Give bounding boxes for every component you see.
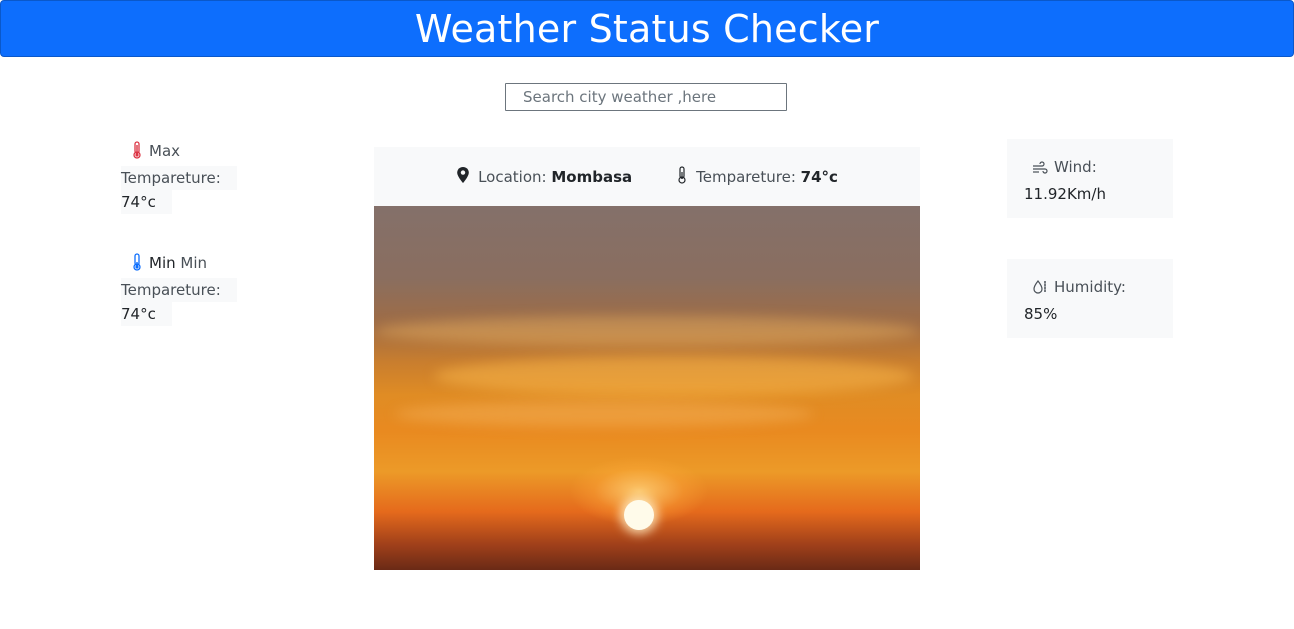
- droplet-icon: [1032, 278, 1048, 302]
- geo-pin-icon: [456, 166, 470, 188]
- weather-summary-card: Location: Mombasa Tempareture: 74°c: [374, 147, 920, 570]
- max-temp-panel: Max Tempareture: 74°c: [121, 139, 241, 214]
- wind-label: Wind:: [1054, 158, 1097, 176]
- wind-value: 11.92Km/h: [1024, 185, 1106, 203]
- temperature-value: 74°c: [800, 167, 838, 186]
- min-temp-label-bold: Min: [149, 254, 176, 272]
- temperature-group: Tempareture: 74°c: [676, 165, 838, 188]
- thermometer-icon: [676, 165, 688, 188]
- search-input[interactable]: [505, 83, 787, 111]
- cloud-band: [374, 316, 920, 346]
- thermometer-high-icon: [131, 141, 143, 166]
- cloud-band: [434, 356, 914, 396]
- max-temp-value: 74°c: [121, 190, 172, 214]
- humidity-value: 85%: [1024, 305, 1058, 323]
- location-value: Mombasa: [551, 167, 633, 186]
- min-temp-label-line: Tempareture:: [121, 278, 237, 302]
- sunset-photo: [374, 206, 920, 570]
- wind-icon: [1032, 158, 1048, 182]
- humidity-card: Humidity: 85%: [1007, 259, 1173, 338]
- sun: [624, 500, 654, 530]
- location-group: Location: Mombasa: [456, 166, 632, 188]
- page-title: Weather Status Checker: [414, 6, 880, 51]
- min-temp-panel: Min Min Tempareture: 74°c: [121, 251, 241, 326]
- humidity-label: Humidity:: [1054, 278, 1126, 296]
- app-header: Weather Status Checker: [0, 0, 1294, 57]
- min-temp-value: 74°c: [121, 302, 172, 326]
- min-temp-label: Min: [180, 254, 208, 272]
- max-temp-label: Max: [149, 142, 181, 160]
- wind-card: Wind: 11.92Km/h: [1007, 139, 1173, 218]
- max-temp-label-line: Tempareture:: [121, 166, 237, 190]
- summary-header: Location: Mombasa Tempareture: 74°c: [374, 147, 920, 206]
- temperature-label: Tempareture:: [696, 167, 796, 186]
- cloud-band: [394, 401, 814, 427]
- thermometer-low-icon: [131, 253, 143, 278]
- location-label: Location:: [478, 167, 547, 186]
